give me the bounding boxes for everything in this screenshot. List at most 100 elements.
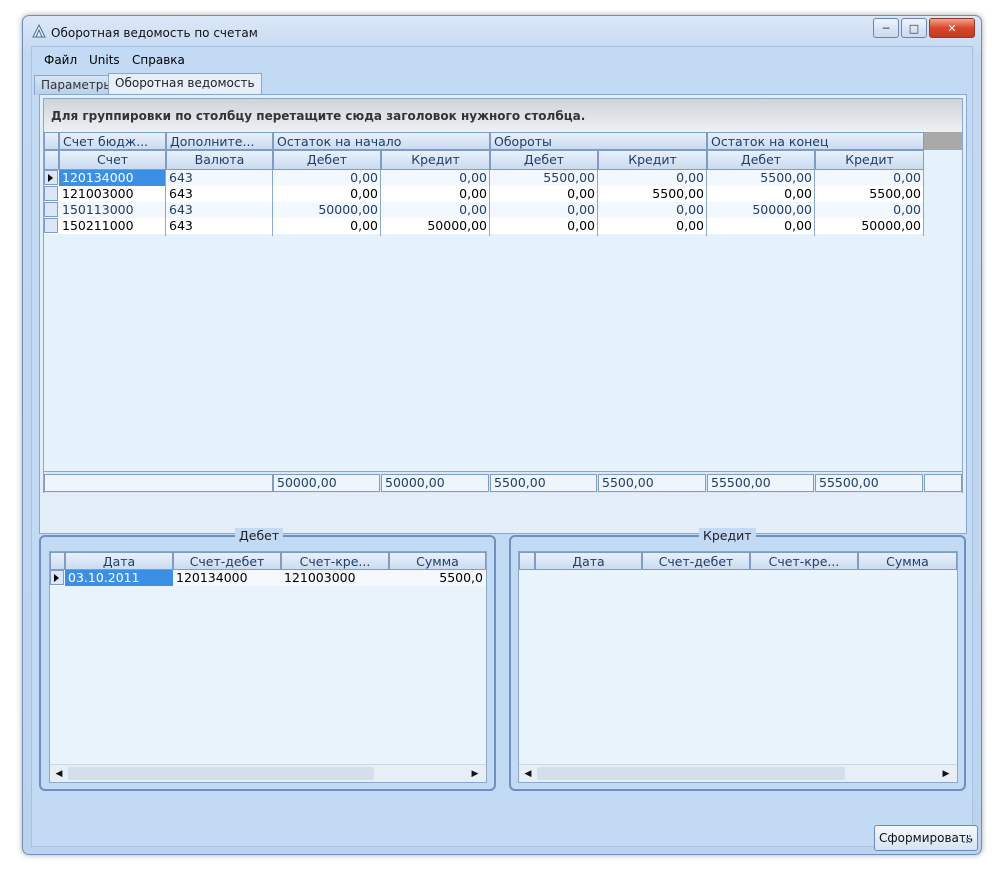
cell-closing-credit[interactable]: 0,00	[815, 202, 924, 218]
grid-footer: 50000,00 50000,00 5500,00 5500,00 55500,…	[44, 471, 962, 493]
band-header-closing-balance[interactable]: Остаток на конец	[707, 132, 924, 150]
table-row[interactable]: 120134000 643 0,00 0,00 5500,00 0,00 550…	[44, 170, 924, 186]
table-row[interactable]: 121003000 643 0,00 0,00 0,00 5500,00 0,0…	[44, 186, 924, 202]
cell-opening-credit[interactable]: 0,00	[381, 202, 490, 218]
cell-currency[interactable]: 643	[166, 218, 273, 234]
cell-opening-credit[interactable]: 0,00	[381, 170, 490, 186]
cell-turnover-debit[interactable]: 0,00	[490, 186, 598, 202]
column-header-account[interactable]: Счет	[59, 150, 166, 170]
cell-account[interactable]: 121003000	[59, 186, 166, 202]
cell-amount[interactable]: 5500,0	[389, 570, 486, 586]
scroll-thumb[interactable]	[68, 767, 374, 780]
total-closing-credit: 55500,00	[815, 474, 923, 492]
scroll-left-icon[interactable]: ◀	[521, 766, 535, 782]
credit-horizontal-scrollbar[interactable]: ◀ ▶	[519, 764, 957, 782]
cell-account[interactable]: 120134000	[59, 170, 166, 186]
debit-header-corner	[50, 552, 65, 570]
debit-grid[interactable]: Дата Счет-дебет Счет-кре... Сумма 03.10.…	[49, 551, 487, 783]
column-header-turnover-credit[interactable]: Кредит	[598, 150, 707, 170]
current-row-arrow-icon	[48, 174, 53, 182]
cell-opening-debit[interactable]: 50000,00	[273, 202, 381, 218]
debit-column-header-date[interactable]: Дата	[65, 552, 173, 570]
column-header-opening-credit[interactable]: Кредит	[381, 150, 490, 170]
column-header-closing-debit[interactable]: Дебет	[707, 150, 815, 170]
band-header-account[interactable]: Счет бюдж...	[59, 132, 166, 150]
credit-column-header-debit-account[interactable]: Счет-дебет	[642, 552, 750, 570]
band-header-filler	[924, 132, 962, 150]
menu-help[interactable]: Справка	[132, 53, 185, 67]
row-selector[interactable]	[44, 202, 58, 217]
scroll-right-icon[interactable]: ▶	[939, 766, 953, 782]
scroll-thumb[interactable]	[537, 767, 845, 780]
total-opening-debit: 50000,00	[273, 474, 380, 492]
turnover-grid[interactable]: Для группировки по столбцу перетащите сю…	[43, 98, 963, 493]
column-divider	[165, 170, 166, 236]
column-header-currency[interactable]: Валюта	[166, 150, 273, 170]
cell-currency[interactable]: 643	[166, 170, 273, 186]
table-row[interactable]: 03.10.2011 120134000 121003000 5500,0	[50, 570, 486, 586]
credit-column-header-amount[interactable]: Сумма	[858, 552, 957, 570]
cell-closing-debit[interactable]: 0,00	[707, 218, 815, 234]
column-header-turnover-debit[interactable]: Дебет	[490, 150, 598, 170]
cell-turnover-debit[interactable]: 0,00	[490, 218, 598, 234]
cell-turnover-debit[interactable]: 0,00	[490, 202, 598, 218]
credit-column-header-date[interactable]: Дата	[535, 552, 642, 570]
cell-opening-credit[interactable]: 50000,00	[381, 218, 490, 234]
credit-header-corner	[519, 552, 535, 570]
cell-opening-debit[interactable]: 0,00	[273, 218, 381, 234]
band-header-additional[interactable]: Дополните...	[166, 132, 273, 150]
cell-opening-debit[interactable]: 0,00	[273, 186, 381, 202]
cell-date[interactable]: 03.10.2011	[65, 570, 173, 586]
cell-opening-debit[interactable]: 0,00	[273, 170, 381, 186]
debit-column-header-credit-account[interactable]: Счет-кре...	[281, 552, 389, 570]
close-icon: ✕	[947, 21, 957, 35]
cell-closing-credit[interactable]: 50000,00	[815, 218, 924, 234]
cell-closing-debit[interactable]: 0,00	[707, 186, 815, 202]
close-button[interactable]: ✕	[929, 18, 975, 38]
maximize-icon: □	[908, 21, 920, 35]
row-selector[interactable]	[44, 186, 58, 201]
debit-column-header-amount[interactable]: Сумма	[389, 552, 486, 570]
cell-debit-account[interactable]: 120134000	[173, 570, 281, 586]
band-header-turnover[interactable]: Обороты	[490, 132, 707, 150]
band-header-opening-balance[interactable]: Остаток на начало	[273, 132, 490, 150]
row-selector-current[interactable]	[44, 170, 58, 185]
cell-account[interactable]: 150211000	[59, 218, 166, 234]
scroll-right-icon[interactable]: ▶	[468, 766, 482, 782]
tab-parameters[interactable]: Параметры	[34, 75, 120, 95]
group-by-panel[interactable]: Для группировки по столбцу перетащите сю…	[44, 99, 962, 132]
cell-currency[interactable]: 643	[166, 186, 273, 202]
table-row[interactable]: 150113000 643 50000,00 0,00 0,00 0,00 50…	[44, 202, 924, 218]
cell-account[interactable]: 150113000	[59, 202, 166, 218]
table-row[interactable]: 150211000 643 0,00 50000,00 0,00 0,00 0,…	[44, 218, 924, 234]
cell-closing-credit[interactable]: 5500,00	[815, 186, 924, 202]
debit-horizontal-scrollbar[interactable]: ◀ ▶	[50, 764, 486, 782]
maximize-button[interactable]: □	[901, 18, 927, 38]
cell-opening-credit[interactable]: 0,00	[381, 186, 490, 202]
scroll-left-icon[interactable]: ◀	[52, 766, 66, 782]
cell-closing-debit[interactable]: 50000,00	[707, 202, 815, 218]
cell-turnover-credit[interactable]: 5500,00	[598, 186, 707, 202]
cell-turnover-credit[interactable]: 0,00	[598, 170, 707, 186]
cell-turnover-credit[interactable]: 0,00	[598, 202, 707, 218]
column-header-closing-credit[interactable]: Кредит	[815, 150, 924, 170]
column-header-opening-debit[interactable]: Дебет	[273, 150, 381, 170]
cell-turnover-credit[interactable]: 0,00	[598, 218, 707, 234]
menu-units[interactable]: Units	[89, 53, 120, 67]
cell-closing-debit[interactable]: 5500,00	[707, 170, 815, 186]
cell-credit-account[interactable]: 121003000	[281, 570, 389, 586]
menu-file[interactable]: Файл	[44, 53, 77, 67]
row-selector-current[interactable]	[50, 570, 64, 585]
minimize-button[interactable]: ─	[873, 18, 899, 38]
column-divider	[380, 170, 381, 236]
credit-column-header-credit-account[interactable]: Счет-кре...	[750, 552, 858, 570]
cell-turnover-debit[interactable]: 5500,00	[490, 170, 598, 186]
resize-grip-icon[interactable]	[960, 834, 972, 846]
row-selector[interactable]	[44, 218, 58, 233]
cell-currency[interactable]: 643	[166, 202, 273, 218]
minimize-icon: ─	[882, 21, 890, 35]
debit-column-header-debit-account[interactable]: Счет-дебет	[173, 552, 281, 570]
tab-turnover-sheet[interactable]: Оборотная ведомость	[108, 73, 262, 95]
cell-closing-credit[interactable]: 0,00	[815, 170, 924, 186]
credit-grid[interactable]: Дата Счет-дебет Счет-кре... Сумма ◀ ▶	[518, 551, 958, 783]
